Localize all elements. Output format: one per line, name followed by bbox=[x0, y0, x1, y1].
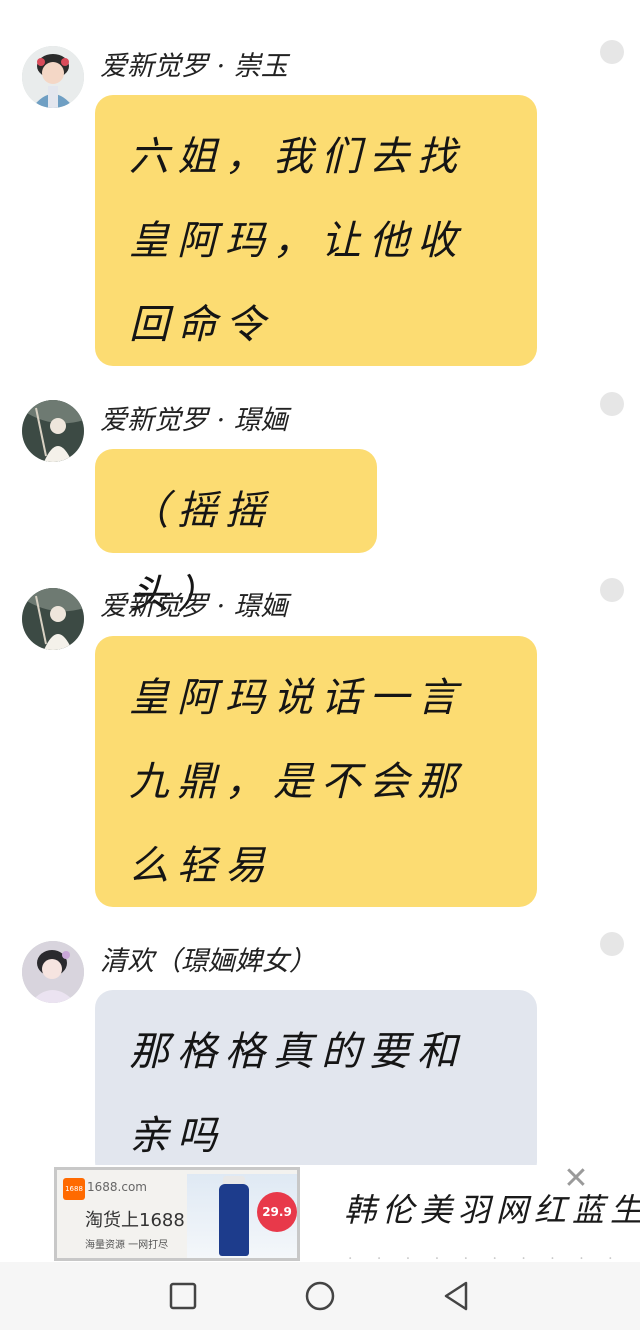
navigation-bar bbox=[0, 1262, 640, 1330]
circle-home-icon[interactable] bbox=[302, 1278, 338, 1314]
triangle-back-icon[interactable] bbox=[438, 1278, 474, 1314]
status-dot bbox=[600, 932, 624, 956]
avatar[interactable] bbox=[22, 400, 84, 462]
ad-slogan: 淘货上1688 bbox=[85, 1210, 185, 1231]
status-dot bbox=[600, 40, 624, 64]
sender-name: 爱新觉罗 · 璟婳 bbox=[100, 591, 288, 622]
status-dot bbox=[600, 578, 624, 602]
ad-image[interactable]: 1688 1688.com 淘货上1688 海量资源 一网打尽 29.9 bbox=[54, 1167, 300, 1261]
square-recents-icon[interactable] bbox=[165, 1278, 201, 1314]
message-bubble[interactable]: 那格格真的要和亲吗 bbox=[95, 990, 537, 1180]
avatar[interactable] bbox=[22, 46, 84, 108]
bottle-icon bbox=[219, 1184, 249, 1256]
ad-title[interactable]: 韩伦美羽网红蓝生 bbox=[344, 1185, 640, 1231]
brand-logo: 1688 bbox=[63, 1178, 85, 1200]
sender-name: 爱新觉罗 · 璟婳 bbox=[100, 405, 288, 436]
close-icon[interactable]: ✕ bbox=[562, 1165, 590, 1194]
message-bubble[interactable]: 六姐，我们去找皇阿玛，让他收回命令 bbox=[95, 95, 537, 366]
status-dot bbox=[600, 392, 624, 416]
message-bubble[interactable]: （摇摇头） bbox=[95, 449, 377, 618]
avatar[interactable] bbox=[22, 588, 84, 650]
message-bubble[interactable]: 皇阿玛说话一言九鼎，是不会那么轻易 bbox=[95, 636, 537, 907]
price-badge: 29.9 bbox=[257, 1192, 297, 1232]
ad-subline: 海量资源 一网打尽 bbox=[85, 1240, 169, 1251]
sender-name: 清欢（璟婳婢女） bbox=[100, 946, 316, 977]
ad-domain: 1688.com bbox=[87, 1180, 147, 1194]
sender-name: 爱新觉罗 · 崇玉 bbox=[100, 51, 288, 82]
avatar[interactable] bbox=[22, 941, 84, 1003]
ad-banner[interactable]: 1688 1688.com 淘货上1688 海量资源 一网打尽 29.9 韩伦美… bbox=[52, 1165, 640, 1263]
